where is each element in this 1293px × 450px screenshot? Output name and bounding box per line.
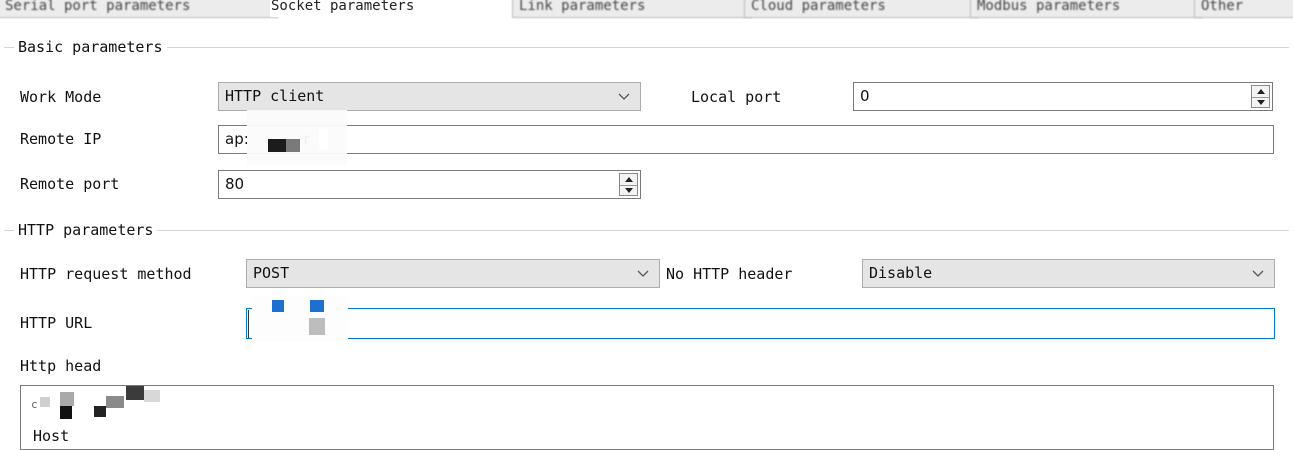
chevron-down-icon <box>1252 270 1264 277</box>
tab-serial-port[interactable]: Serial port parameters <box>0 0 278 18</box>
work-mode-label: Work Mode <box>20 88 102 106</box>
redaction-block <box>94 406 106 417</box>
http-head-first-char: c <box>31 398 38 411</box>
redaction-block <box>268 139 286 152</box>
redaction-block <box>126 386 144 400</box>
basic-group-border <box>4 47 1289 48</box>
redaction-block <box>252 296 348 342</box>
tab-other[interactable]: Other <box>1194 0 1293 18</box>
redaction-block <box>272 300 284 312</box>
http-url-label: HTTP URL <box>20 314 93 332</box>
redaction-block <box>60 406 72 419</box>
redaction-block <box>60 392 74 406</box>
remote-ip-label: Remote IP <box>20 130 102 148</box>
basic-group-legend: Basic parameters <box>14 38 167 56</box>
tab-socket[interactable]: Socket parameters <box>270 0 518 17</box>
chevron-down-icon <box>618 93 630 100</box>
redaction-block <box>309 318 325 335</box>
http-head-textarea[interactable]: c Host <box>20 385 1274 450</box>
spinner-icon[interactable] <box>619 173 638 196</box>
tab-modbus[interactable]: Modbus parameters <box>970 0 1202 18</box>
http-url-input[interactable] <box>246 308 1275 339</box>
redaction-block <box>144 390 160 402</box>
http-head-line-host: Host <box>33 427 70 445</box>
remote-ip-input[interactable]: ap: r <box>218 125 1274 154</box>
spinner-icon[interactable] <box>1251 85 1270 108</box>
tab-cloud[interactable]: Cloud parameters <box>744 0 978 18</box>
no-http-header-label: No HTTP header <box>666 265 793 283</box>
tab-strip: Serial port parameters Socket parameters… <box>0 0 1293 22</box>
redaction-block <box>286 139 300 152</box>
no-http-header-select[interactable]: Disable <box>862 259 1275 288</box>
redaction-block <box>40 397 50 407</box>
chevron-down-icon <box>637 270 649 277</box>
redaction-block <box>310 300 324 312</box>
redaction-block <box>319 129 328 149</box>
http-group-legend: HTTP parameters <box>14 221 158 239</box>
text-cursor <box>248 310 249 338</box>
local-port-input[interactable]: 0 <box>853 82 1273 111</box>
local-port-label: Local port <box>691 88 782 106</box>
work-mode-select[interactable]: HTTP client <box>218 82 641 111</box>
http-method-select[interactable]: POST <box>246 259 660 288</box>
http-method-label: HTTP request method <box>20 265 192 283</box>
http-head-label: Http head <box>20 357 102 375</box>
remote-port-input[interactable]: 80 <box>218 170 641 199</box>
redaction-block <box>106 396 124 408</box>
tab-link[interactable]: Link parameters <box>512 0 752 18</box>
http-group-border <box>4 230 1289 231</box>
redaction-block <box>247 110 347 165</box>
remote-port-label: Remote port <box>20 175 120 193</box>
